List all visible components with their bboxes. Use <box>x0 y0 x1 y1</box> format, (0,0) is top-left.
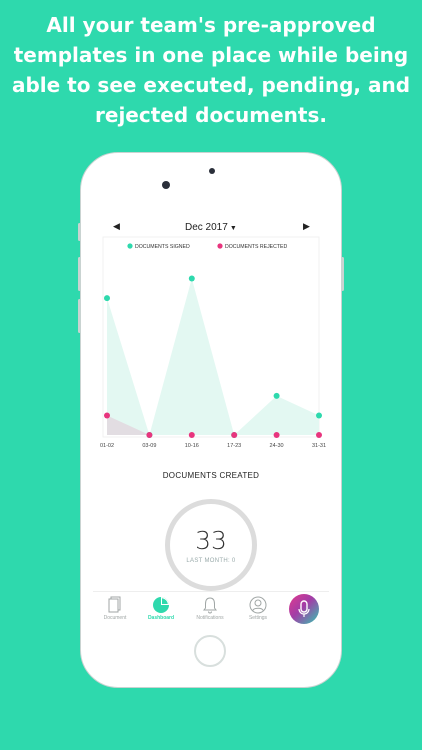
tab-document-label: Document <box>103 615 127 621</box>
chart-legend: DOCUMENTS SIGNED DOCUMENTS REJECTED <box>127 243 288 250</box>
point-series-0-5 <box>316 412 322 419</box>
mute-switch <box>78 223 81 241</box>
headline: All your team's pre-approved templates i… <box>0 10 422 130</box>
volume-up-button <box>78 257 81 291</box>
phone-frame: ◀ Dec 2017 ▼ ▶ DOCUMENTS SIGNED DOCUMENTS … <box>78 152 344 688</box>
power-button <box>341 257 344 291</box>
x-tick-label-3: 17-23 <box>227 443 241 449</box>
documents-chart: DOCUMENTS SIGNED DOCUMENTS REJECTED 01-02… <box>100 236 326 449</box>
documents-created-title: DOCUMENTS CREATED <box>162 471 260 480</box>
tab-bar: Document Dashboard Notifications Setting… <box>93 591 329 625</box>
point-series-0-4 <box>273 392 280 399</box>
voice-record-button[interactable] <box>289 594 319 624</box>
x-tick-label-1: 03-09 <box>142 443 156 449</box>
legend-marker-0 <box>127 243 133 249</box>
point-series-1-0 <box>104 412 110 419</box>
area-series-0 <box>107 278 319 435</box>
tab-notifications-label: Notifications <box>196 615 224 621</box>
headline-line-2: templates in one place while being <box>13 43 409 67</box>
headline-line-4: rejected documents. <box>95 103 327 127</box>
earpiece-speaker <box>209 168 215 174</box>
tab-dashboard[interactable]: Dashboard <box>139 596 183 621</box>
point-series-1-3 <box>231 432 238 438</box>
tab-dashboard-label: Dashboard <box>147 615 175 621</box>
documents-created-value: 33 <box>195 526 227 555</box>
volume-down-button <box>78 299 81 333</box>
legend-label-1: DOCUMENTS REJECTED <box>225 244 288 250</box>
chart-x-ticks: 01-02 03-09 10-16 17-23 24-30 31-31 <box>100 443 326 449</box>
headline-line-3: able to see executed, pending, and <box>11 73 411 97</box>
documents-created-ring: 33 LAST MONTH: 0 <box>165 499 257 591</box>
tab-notifications[interactable]: Notifications <box>188 596 232 621</box>
x-tick-label-5: 31-31 <box>312 443 326 449</box>
tab-document[interactable]: Document <box>93 596 137 621</box>
front-camera <box>162 181 170 189</box>
point-series-0-0 <box>104 295 110 302</box>
bell-icon <box>203 597 217 614</box>
document-icon <box>108 596 121 613</box>
x-tick-label-0: 01-02 <box>100 443 114 449</box>
user-icon <box>249 596 267 614</box>
headline-line-1: All your team's pre-approved <box>46 13 376 37</box>
point-series-1-2 <box>188 432 195 438</box>
point-series-1-5 <box>316 432 322 438</box>
microphone-icon <box>298 600 310 617</box>
app-screen: ◀ Dec 2017 ▼ ▶ DOCUMENTS SIGNED DOCUMENTS … <box>93 209 329 625</box>
legend-marker-1 <box>217 243 223 249</box>
chart-areas <box>107 278 319 435</box>
point-series-1-4 <box>273 432 280 438</box>
pie-chart-icon <box>153 597 169 613</box>
tab-settings-label: Settings <box>248 615 268 621</box>
point-series-1-1 <box>146 432 153 438</box>
last-month-label: LAST MONTH: 0 <box>186 558 236 564</box>
x-tick-label-2: 10-16 <box>185 443 199 449</box>
point-series-0-2 <box>188 275 195 282</box>
home-button[interactable] <box>194 635 226 667</box>
x-tick-label-4: 24-30 <box>270 443 284 449</box>
tab-settings[interactable]: Settings <box>236 596 280 621</box>
legend-label-0: DOCUMENTS SIGNED <box>135 244 190 250</box>
